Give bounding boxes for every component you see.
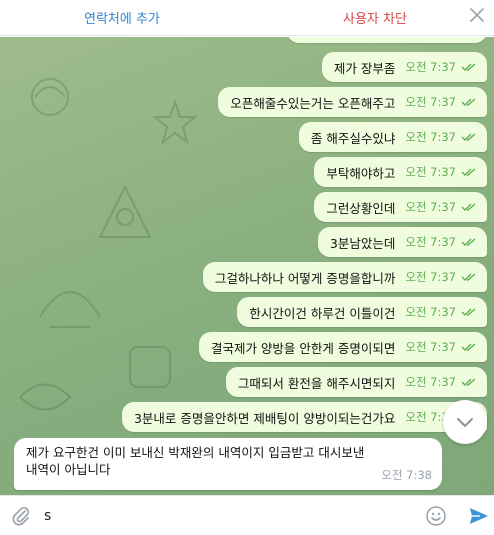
chevron-down-icon xyxy=(457,418,473,427)
outgoing-message[interactable]: 그때되서 환전을 해주시면되지 오전 7:37 xyxy=(225,367,487,397)
message-text: 부탁해야하고 xyxy=(326,165,396,181)
outgoing-message[interactable]: 3분남았는데 오전 7:37 xyxy=(317,227,487,257)
message-time: 오전 7:37 xyxy=(405,60,456,74)
message-meta: 오전 7:37 xyxy=(405,339,477,355)
message-time: 오전 7:37 xyxy=(405,340,456,354)
double-check-icon xyxy=(461,273,476,281)
previous-message-bubble xyxy=(287,37,487,43)
outgoing-message[interactable]: 좀 해주실수있냐 오전 7:37 xyxy=(298,122,487,152)
message-meta: 오전 7:37 xyxy=(405,129,477,145)
outgoing-message[interactable]: 3분내로 증명을안하면 제배팅이 양방이되는건가요 오전 7:38 xyxy=(121,402,487,432)
message-time: 오전 7:37 xyxy=(405,165,456,179)
double-check-icon xyxy=(461,203,476,211)
message-time: 오전 7:37 xyxy=(405,305,456,319)
message-text: 3분남았는데 xyxy=(329,235,396,251)
double-check-icon xyxy=(461,308,476,316)
send-icon[interactable] xyxy=(468,505,490,527)
chat-action-bar: 연락처에 추가 사용자 차단 xyxy=(0,0,494,36)
wallpaper-doodle xyxy=(31,78,69,116)
message-text: 오픈해줄수있는거는 오픈해주고 xyxy=(230,95,396,111)
outgoing-message[interactable]: 부탁해야하고 오전 7:37 xyxy=(314,157,487,187)
message-time: 오전 7:37 xyxy=(405,235,456,249)
message-meta: 오전 7:37 xyxy=(405,269,477,285)
message-time: 오전 7:38 xyxy=(381,468,432,482)
wallpaper-doodle xyxy=(19,383,72,411)
outgoing-message[interactable]: 제가 장부좀 오전 7:37 xyxy=(321,52,487,82)
message-time: 오전 7:37 xyxy=(405,375,456,389)
message-input[interactable] xyxy=(44,504,404,528)
emoji-icon[interactable] xyxy=(425,505,447,527)
message-meta: 오전 7:37 xyxy=(405,304,477,320)
incoming-message[interactable]: 제가 요구한건 이미 보내신 박재완의 내역이지 입금받고 대시보낸 내역이 아… xyxy=(14,438,442,490)
message-text: 좀 해주실수있냐 xyxy=(310,130,396,146)
outgoing-message[interactable]: 그걸하나하나 어떻게 증명을합니까 오전 7:37 xyxy=(202,262,487,292)
scroll-to-bottom-button[interactable] xyxy=(443,400,487,444)
message-meta: 오전 7:37 xyxy=(405,374,477,390)
double-check-icon xyxy=(461,63,476,71)
message-composer xyxy=(0,495,494,535)
wallpaper-doodle xyxy=(152,98,198,145)
message-text: 그런상황인데 xyxy=(326,200,396,216)
paperclip-icon[interactable] xyxy=(10,505,32,527)
message-meta: 오전 7:37 xyxy=(405,94,477,110)
block-user-button[interactable]: 사용자 차단 xyxy=(343,8,407,27)
message-meta: 오전 7:37 xyxy=(405,164,477,180)
message-time: 오전 7:37 xyxy=(405,270,456,284)
message-time: 오전 7:37 xyxy=(405,130,456,144)
outgoing-message[interactable]: 한시간이건 하루건 이틀이건 오전 7:37 xyxy=(237,297,487,327)
outgoing-message[interactable]: 결국제가 양방을 안한게 증명이되면 오전 7:37 xyxy=(198,332,487,362)
message-text: 결국제가 양방을 안한게 증명이되면 xyxy=(210,340,396,356)
wallpaper-doodle xyxy=(129,346,171,388)
add-contact-button[interactable]: 연락처에 추가 xyxy=(84,8,160,27)
message-text: 제가 장부좀 xyxy=(333,60,396,76)
outgoing-message[interactable]: 그런상황인데 오전 7:37 xyxy=(314,192,487,222)
incoming-message-text-line2: 내역이 아닙니다 xyxy=(26,462,111,477)
message-text: 3분내로 증명을안하면 제배팅이 양방이되는건가요 xyxy=(133,410,396,426)
outgoing-message[interactable]: 오픈해줄수있는거는 오픈해주고 오전 7:37 xyxy=(218,87,487,117)
message-time: 오전 7:37 xyxy=(405,95,456,109)
message-text: 한시간이건 하루건 이틀이건 xyxy=(249,305,396,321)
incoming-message-text-line1: 제가 요구한건 이미 보내신 박재완의 내역이지 입금받고 대시보낸 xyxy=(26,445,365,460)
wallpaper-doodle xyxy=(98,184,152,238)
message-meta: 오전 7:37 xyxy=(405,59,477,75)
message-list[interactable]: 제가 장부좀 오전 7:37 오픈해줄수있는거는 오픈해주고 오전 7:37 좀 해주실… xyxy=(0,37,494,495)
message-text: 그때되서 환전을 해주시면되지 xyxy=(237,375,396,391)
double-check-icon xyxy=(461,133,476,141)
message-meta: 오전 7:37 xyxy=(405,199,477,215)
message-meta: 오전 7:37 xyxy=(405,234,477,250)
message-text: 그걸하나하나 어떻게 증명을합니까 xyxy=(214,270,396,286)
double-check-icon xyxy=(461,378,476,386)
message-time: 오전 7:37 xyxy=(405,200,456,214)
double-check-icon xyxy=(461,98,476,106)
wallpaper-doodle xyxy=(39,291,101,328)
double-check-icon xyxy=(461,238,476,246)
double-check-icon xyxy=(461,168,476,176)
close-icon[interactable] xyxy=(468,6,486,24)
double-check-icon xyxy=(461,343,476,351)
